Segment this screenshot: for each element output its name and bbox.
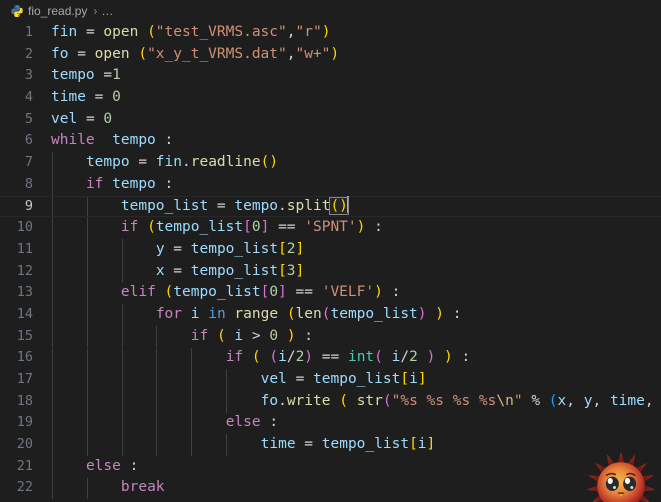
code-line[interactable]: 14 for i in range (len(tempo_list) ) :: [0, 304, 661, 326]
line-number: 11: [16, 240, 33, 257]
line-number: 5: [24, 110, 33, 127]
line-number: 14: [16, 305, 33, 322]
line-number: 7: [24, 154, 33, 171]
code-line-text[interactable]: tempo = fin.readline(): [42, 152, 661, 174]
line-number: 4: [24, 89, 33, 106]
code-line[interactable]: 3 tempo =1: [0, 65, 661, 87]
code-line-text[interactable]: time = tempo_list[i]: [42, 434, 661, 456]
code-line[interactable]: 6 while tempo :: [0, 130, 661, 152]
code-line-text[interactable]: while tempo :: [42, 130, 661, 152]
breadcrumb-overflow[interactable]: …: [101, 4, 114, 18]
code-line[interactable]: 9 tempo_list = tempo.split(): [0, 195, 661, 218]
code-line-text[interactable]: break: [42, 477, 661, 499]
code-line[interactable]: 18 fo.write ( str("%s %s %s %s\n" % (x, …: [0, 391, 661, 413]
code-line[interactable]: 15 if ( i > 0 ) :: [0, 326, 661, 348]
line-number: 10: [16, 219, 33, 236]
line-number: 22: [16, 479, 33, 496]
breadcrumb-file-name: fio_read.py: [28, 4, 88, 18]
line-number: 8: [24, 175, 33, 192]
code-line-text[interactable]: vel = tempo_list[i]: [42, 369, 661, 391]
line-number: 15: [16, 327, 33, 344]
code-line-text[interactable]: for i in range (len(tempo_list) ) :: [42, 304, 661, 326]
code-line[interactable]: 21 else :: [0, 456, 661, 478]
breadcrumb: fio_read.py › …: [0, 0, 661, 22]
code-line[interactable]: 10 if (tempo_list[0] == 'SPNT') :: [0, 217, 661, 239]
code-line[interactable]: 8 if tempo :: [0, 174, 661, 196]
code-line-text[interactable]: if ( i > 0 ) :: [42, 326, 661, 348]
code-line[interactable]: 4 time = 0: [0, 87, 661, 109]
code-line[interactable]: 17 vel = tempo_list[i]: [0, 369, 661, 391]
line-number: 1: [24, 24, 33, 40]
code-line[interactable]: 11 y = tempo_list[2]: [0, 239, 661, 261]
code-lines[interactable]: 1 fin = open ("test_VRMS.asc","r") 2 fo = o…: [0, 22, 661, 502]
code-line-text[interactable]: vel = 0: [42, 109, 661, 131]
code-line[interactable]: 1 fin = open ("test_VRMS.asc","r"): [0, 22, 661, 44]
code-line-text[interactable]: y = tempo_list[2]: [42, 239, 661, 261]
code-line-text[interactable]: fin = open ("test_VRMS.asc","r"): [42, 22, 661, 44]
line-number: 9: [24, 197, 33, 214]
code-line-text[interactable]: if ( (i/2) == int( i/2 ) ) :: [42, 347, 661, 369]
line-number: 21: [16, 457, 33, 474]
line-number: 16: [16, 349, 33, 366]
line-number: 12: [16, 262, 33, 279]
code-line-text[interactable]: else :: [42, 412, 661, 434]
code-line[interactable]: 16 if ( (i/2) == int( i/2 ) ) :: [0, 347, 661, 369]
line-number: 18: [16, 392, 33, 409]
code-line-text[interactable]: x = tempo_list[3]: [42, 261, 661, 283]
code-line[interactable]: 5 vel = 0: [0, 109, 661, 131]
code-line-text[interactable]: time = 0: [42, 87, 661, 109]
line-number: 2: [24, 45, 33, 62]
line-number: 17: [16, 371, 33, 387]
code-line-text[interactable]: tempo_list = tempo.split(): [42, 195, 661, 218]
code-line-text[interactable]: fo = open ("x_y_t_VRMS.dat","w+"): [42, 44, 661, 66]
breadcrumb-separator-icon: ›: [93, 4, 98, 18]
line-number: 19: [16, 414, 33, 431]
code-line[interactable]: 19 else :: [0, 412, 661, 434]
code-line-text[interactable]: fo.write ( str("%s %s %s %s\n" % (x, y, …: [42, 391, 661, 413]
code-line[interactable]: 20 time = tempo_list[i]: [0, 434, 661, 456]
code-line[interactable]: 12 x = tempo_list[3]: [0, 261, 661, 283]
line-number: 13: [16, 284, 33, 301]
code-line[interactable]: 13 elif (tempo_list[0] == 'VELF') :: [0, 282, 661, 304]
code-line[interactable]: 7 tempo = fin.readline(): [0, 152, 661, 174]
code-line-text[interactable]: if tempo :: [42, 174, 661, 196]
breadcrumb-item-file[interactable]: fio_read.py: [8, 4, 89, 18]
code-line[interactable]: 2 fo = open ("x_y_t_VRMS.dat","w+"): [0, 44, 661, 66]
code-line-text[interactable]: if (tempo_list[0] == 'SPNT') :: [42, 217, 661, 239]
line-number: 3: [24, 67, 33, 84]
code-line[interactable]: 22 break: [0, 477, 661, 499]
code-editor[interactable]: 1 fin = open ("test_VRMS.asc","r") 2 fo = o…: [0, 22, 661, 502]
line-number: 20: [16, 436, 33, 453]
code-line-text[interactable]: tempo =1: [42, 65, 661, 87]
code-line-text[interactable]: else :: [42, 456, 661, 478]
line-number: 6: [24, 132, 33, 149]
python-file-icon: [11, 5, 23, 17]
code-line-text[interactable]: elif (tempo_list[0] == 'VELF') :: [42, 282, 661, 304]
